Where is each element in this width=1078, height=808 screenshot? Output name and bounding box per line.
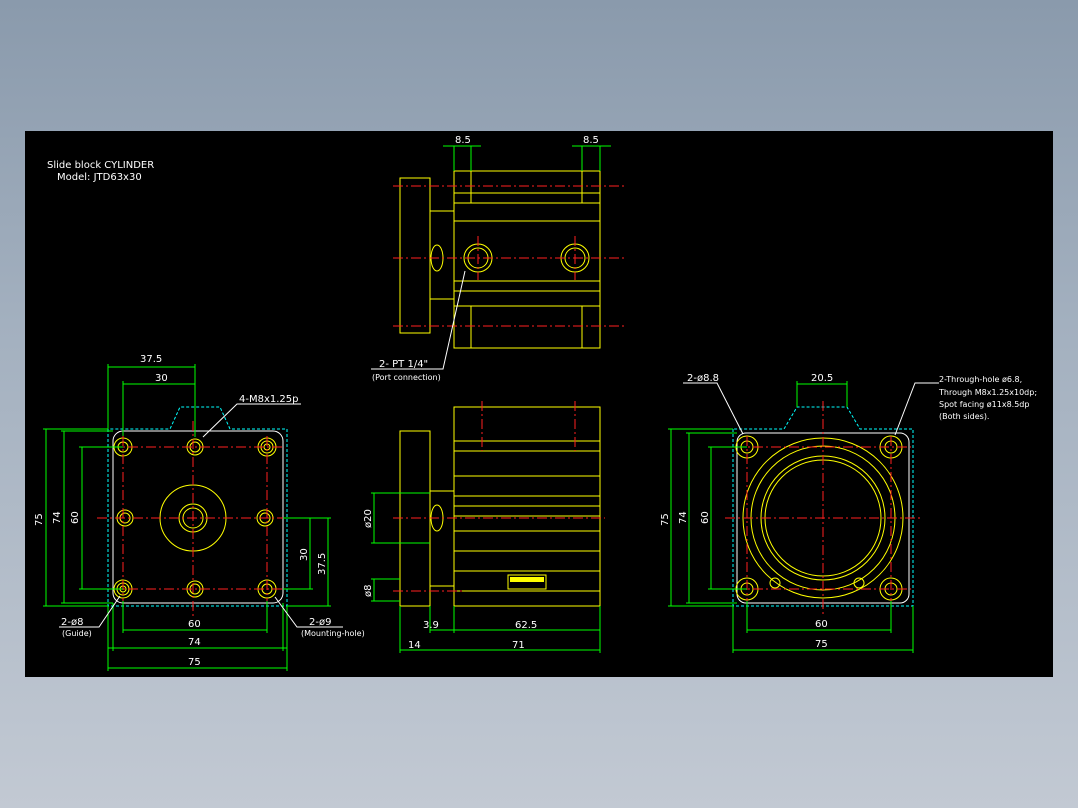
dim-71: 71 <box>512 640 525 651</box>
dim-20-5: 20.5 <box>811 373 833 384</box>
dim-60-v-right: 60 <box>700 511 711 524</box>
drawing-model: Model: JTD63x30 <box>57 172 142 183</box>
port-label: 2- PT 1/4" <box>379 359 428 370</box>
dim-75-v-right: 75 <box>660 513 671 526</box>
through-note-1: 2-Through-hole ø6.8, <box>939 375 1022 384</box>
dim-37-5-v: 37.5 <box>317 553 328 575</box>
through-note-3: Spot facing ø11x8.5dp <box>939 400 1029 409</box>
top-view: 8.5 8.5 2- PT 1/4" (Port connection) <box>371 135 625 382</box>
dim-74-v-right: 74 <box>678 511 689 524</box>
guide-note: (Guide) <box>62 629 92 638</box>
dim-60-h: 60 <box>188 619 201 630</box>
hole-label: 2-ø8.8 <box>687 373 719 384</box>
mount-note: (Mounting-hole) <box>301 629 365 638</box>
port-note: (Port connection) <box>372 373 441 382</box>
mount-label: 2-ø9 <box>309 617 331 628</box>
dim-3-9: 3.9 <box>423 620 439 631</box>
dim-30-top: 30 <box>155 373 168 384</box>
center-view: ø20 ø8 3.9 62.5 14 71 <box>363 401 605 653</box>
drawing-canvas: Slide block CYLINDER Model: JTD63x30 8.5… <box>34 135 1037 671</box>
right-view: 20.5 2-ø8.8 2-Through-hole ø6.8, Through… <box>660 373 1037 653</box>
left-view: 37.5 30 4-M8x1.25p 75 74 60 30 37.5 60 7… <box>34 354 365 671</box>
through-note-4: (Both sides). <box>939 412 989 421</box>
through-note-2: Through M8x1.25x10dp; <box>938 388 1037 397</box>
dim-74-v: 74 <box>52 511 63 524</box>
dim-75-h-right: 75 <box>815 639 828 650</box>
dim-8-5-left: 8.5 <box>455 135 471 146</box>
dim-dia20: ø20 <box>363 509 374 528</box>
cad-viewport[interactable]: Slide block CYLINDER Model: JTD63x30 8.5… <box>25 131 1053 677</box>
dim-37-5-top: 37.5 <box>140 354 162 365</box>
dim-75-v: 75 <box>34 513 45 526</box>
dim-60-h-right: 60 <box>815 619 828 630</box>
dim-8-5-right: 8.5 <box>583 135 599 146</box>
drawing-title: Slide block CYLINDER <box>47 160 154 171</box>
dim-75-h: 75 <box>188 657 201 668</box>
guide-label: 2-ø8 <box>61 617 83 628</box>
dim-62-5: 62.5 <box>515 620 537 631</box>
dim-74-h: 74 <box>188 637 201 648</box>
dim-14: 14 <box>408 640 421 651</box>
dim-dia8: ø8 <box>363 585 374 597</box>
dim-60-v: 60 <box>70 511 81 524</box>
dim-30-v: 30 <box>299 548 310 561</box>
tap-label: 4-M8x1.25p <box>239 394 299 405</box>
